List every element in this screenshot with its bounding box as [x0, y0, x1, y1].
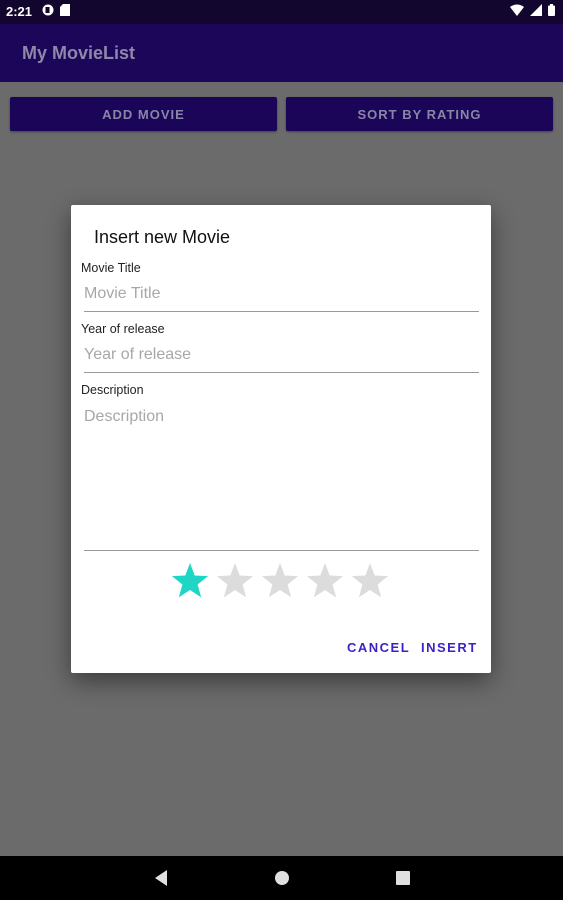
year-input[interactable]: Year of release — [84, 346, 479, 373]
movie-title-input[interactable]: Movie Title — [84, 285, 479, 312]
star-empty-icon[interactable] — [260, 561, 300, 601]
cancel-button[interactable]: CANCEL — [347, 640, 410, 655]
status-left-icons — [42, 4, 70, 16]
app-title: My MovieList — [22, 43, 136, 63]
status-bar: 2:21 — [0, 0, 563, 24]
drive-icon — [42, 4, 54, 16]
navigation-bar — [0, 856, 563, 900]
dialog-title: Insert new Movie — [94, 227, 231, 247]
star-empty-icon[interactable] — [215, 561, 255, 601]
year-label: Year of release — [81, 322, 165, 336]
movie-title-placeholder: Movie Title — [84, 285, 161, 302]
app-bar: My MovieList — [0, 24, 563, 82]
movie-title-label: Movie Title — [81, 261, 141, 275]
status-right-icons — [510, 4, 555, 16]
home-icon[interactable] — [273, 868, 291, 888]
signal-icon — [530, 4, 542, 16]
sort-by-rating-button[interactable]: SORT BY RATING — [286, 97, 553, 131]
sd-card-icon — [60, 4, 70, 16]
rating-bar[interactable] — [170, 561, 390, 601]
star-empty-icon[interactable] — [350, 561, 390, 601]
description-placeholder: Description — [84, 408, 165, 425]
status-time: 2:21 — [6, 4, 33, 19]
recents-icon[interactable] — [394, 868, 412, 888]
battery-icon — [548, 4, 555, 16]
description-label: Description — [81, 383, 144, 397]
back-icon[interactable] — [152, 868, 170, 888]
description-input[interactable]: Description — [84, 408, 479, 551]
insert-button[interactable]: INSERT — [421, 640, 478, 655]
add-movie-button[interactable]: ADD MOVIE — [10, 97, 277, 131]
wifi-icon — [510, 4, 524, 16]
star-empty-icon[interactable] — [305, 561, 345, 601]
insert-movie-dialog: Insert new Movie Movie Title Movie Title… — [71, 205, 491, 673]
year-placeholder: Year of release — [84, 346, 192, 363]
star-filled-icon[interactable] — [170, 561, 210, 601]
